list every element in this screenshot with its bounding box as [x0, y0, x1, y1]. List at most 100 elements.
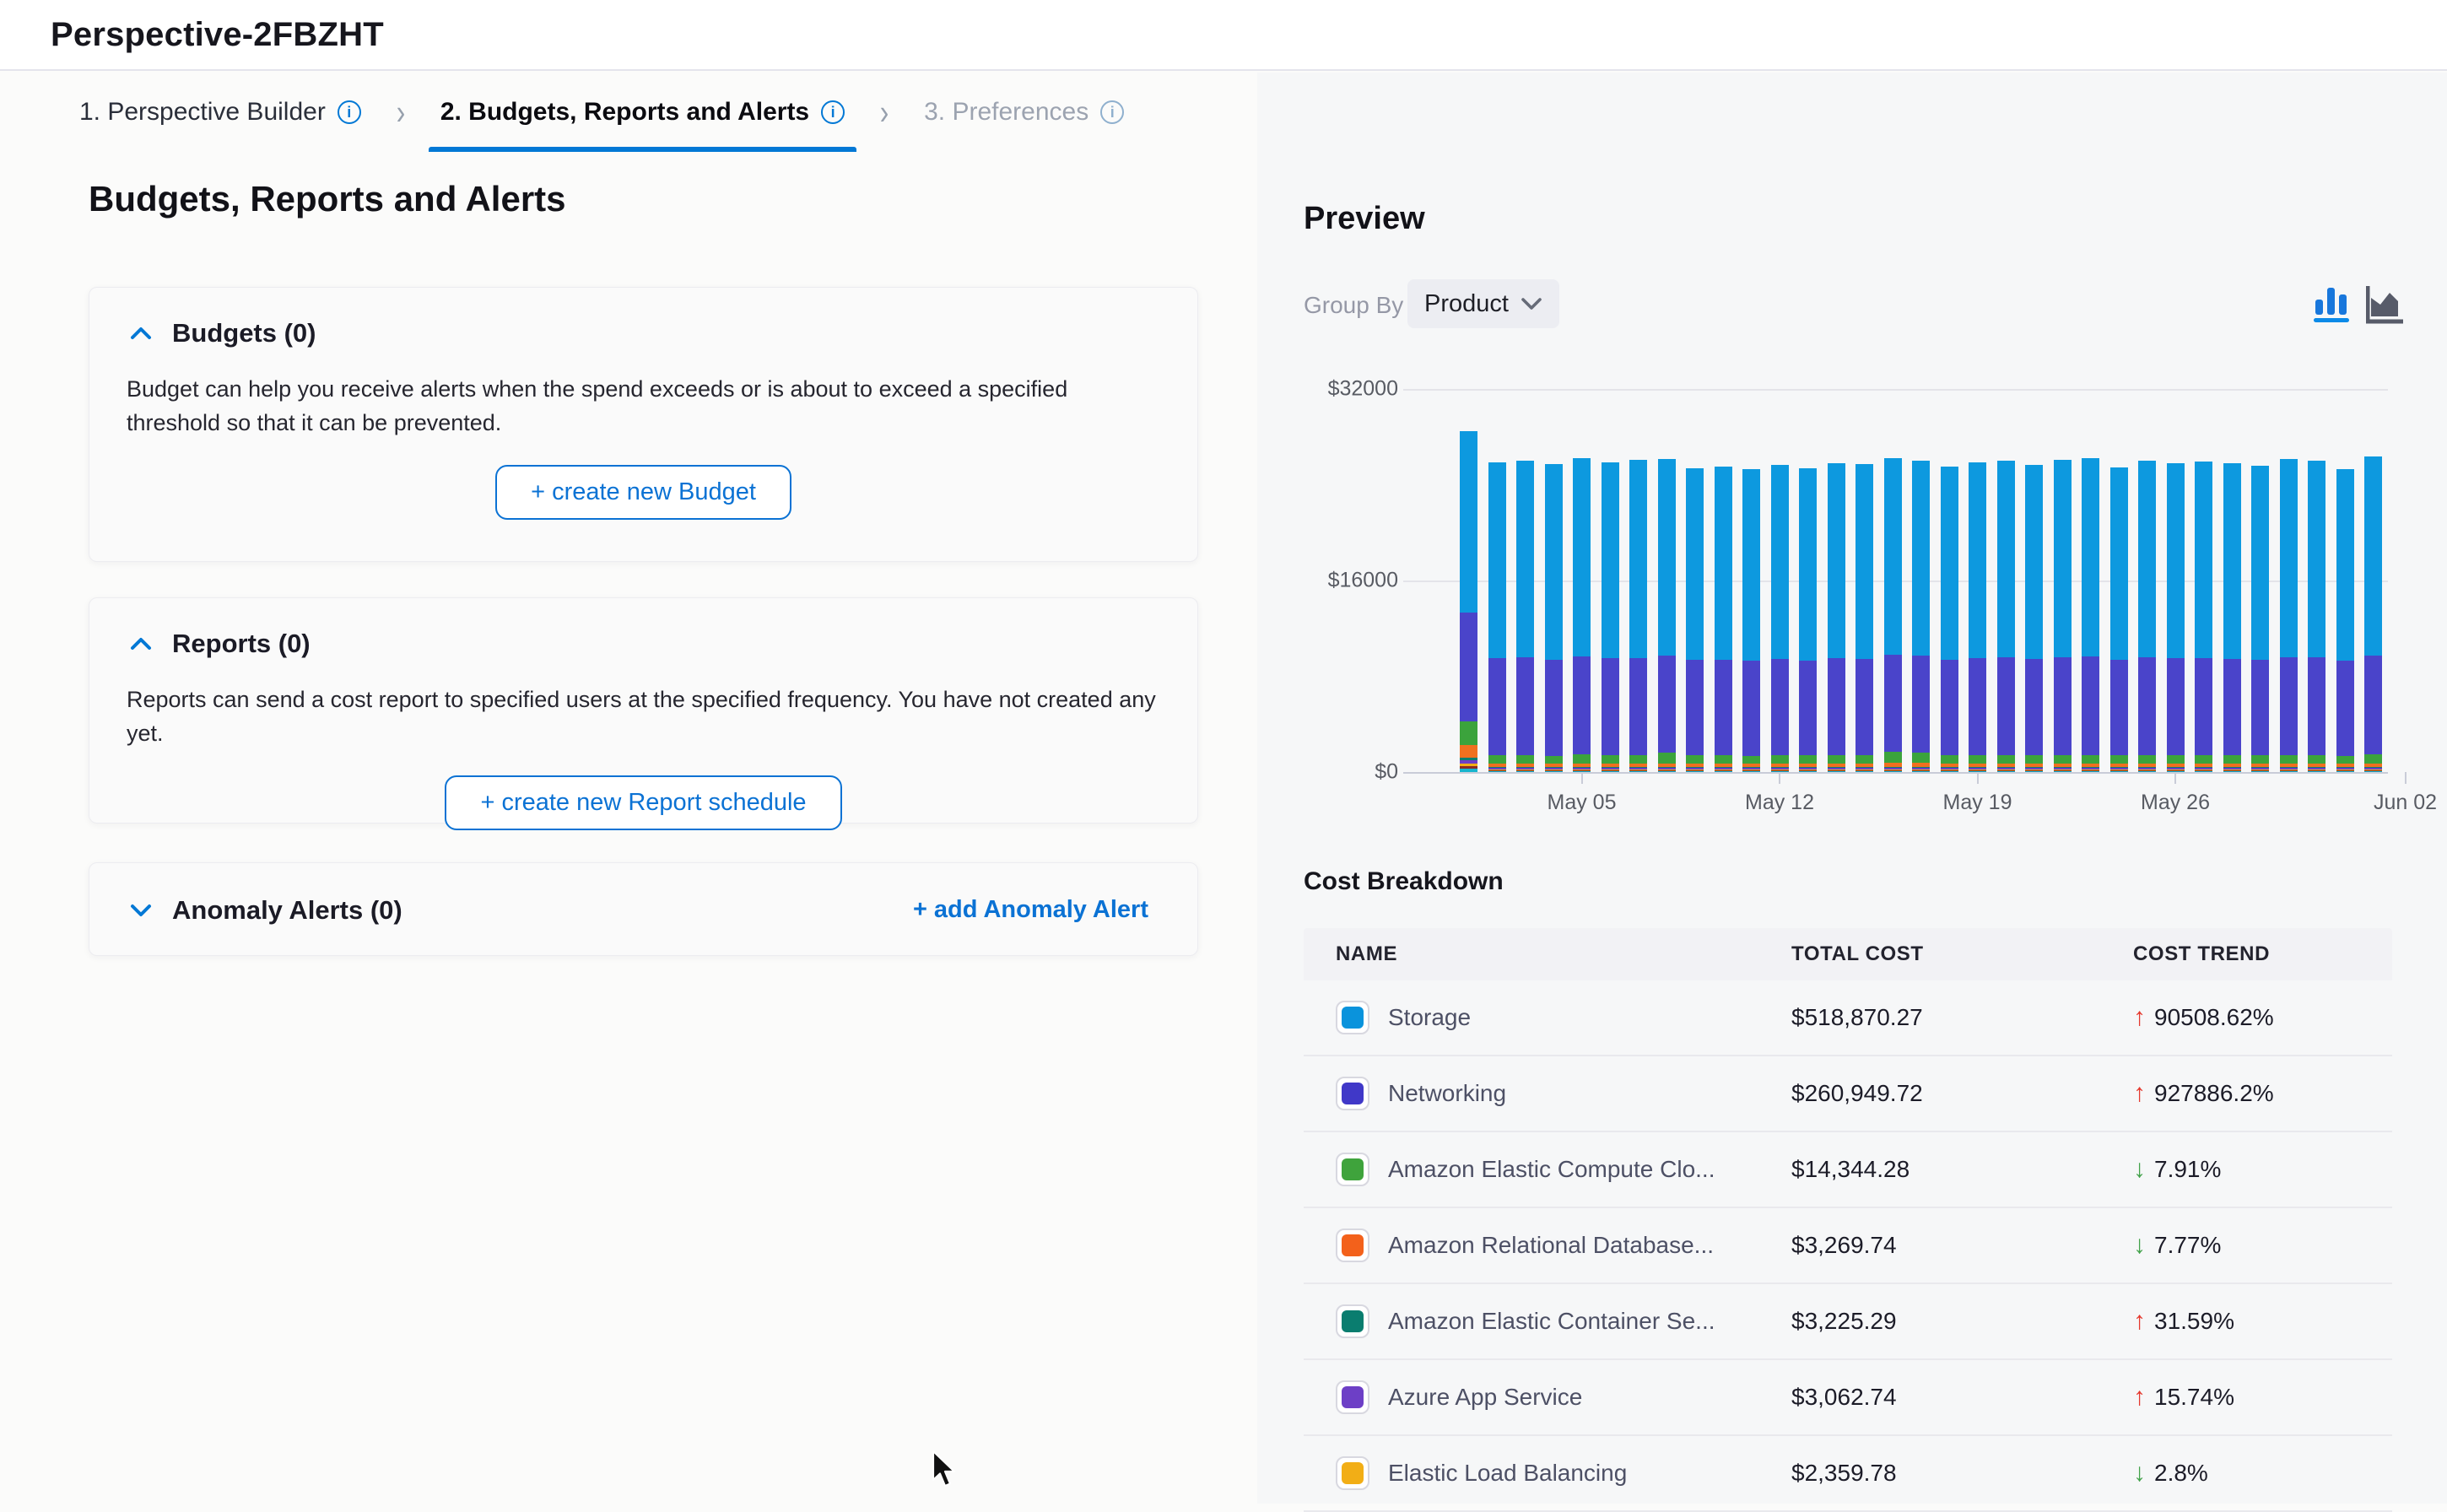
bar-segment [1516, 771, 1534, 772]
cost-preview-chart: $0$16000$32000 May 05May 12May 19May 26J… [1304, 363, 2401, 823]
bar-segment [1460, 431, 1477, 613]
tab-perspective-builder[interactable]: 1. Perspective Builderi [68, 73, 373, 152]
bar-segment [2195, 462, 2212, 658]
row-total-cost: $518,870.27 [1791, 1004, 2133, 1031]
row-cost-trend: ↓2.8% [2133, 1459, 2392, 1488]
bar-segment [1545, 767, 1563, 769]
stacked-bar [2308, 461, 2325, 772]
bar-segment [1629, 768, 1647, 770]
bar-segment [1629, 658, 1647, 756]
bar-segment [1856, 764, 1873, 767]
y-axis-label: $16000 [1328, 569, 1398, 593]
bar-segment [1516, 755, 1534, 764]
create-budget-button[interactable]: + create new Budget [495, 465, 791, 520]
bar-segment [1488, 755, 1506, 764]
bar-segment [1856, 767, 1873, 769]
bar-segment [1997, 771, 2015, 772]
bar-segment [1969, 764, 1986, 767]
bar-segment [1799, 768, 1817, 770]
bar-segment [1856, 770, 1873, 771]
anomaly-alerts-card: Anomaly Alerts (0) + add Anomaly Alert [89, 862, 1198, 956]
bar-segment [1629, 767, 1647, 769]
row-total-cost: $2,359.78 [1791, 1460, 2133, 1487]
bar-segment [1488, 767, 1506, 769]
stacked-bar [1573, 458, 1591, 772]
bar-segment [2025, 768, 2043, 770]
bar-segment [1602, 768, 1619, 770]
column-header: COST TREND [2133, 942, 2392, 966]
row-cost-trend: ↓7.91% [2133, 1155, 2392, 1184]
info-icon[interactable]: i [338, 100, 361, 124]
row-cost-trend: ↑31.59% [2133, 1307, 2392, 1336]
bar-chart-icon[interactable] [2314, 283, 2354, 327]
chevron-up-icon[interactable] [130, 635, 152, 652]
bar-segment [1856, 755, 1873, 764]
tab-preferences[interactable]: 3. Preferencesi [912, 73, 1136, 152]
bar-segment [2280, 770, 2298, 771]
bar-segment [1771, 659, 1789, 755]
bar-segment [2138, 770, 2156, 771]
bar-segment [2308, 770, 2325, 771]
bar-segment [2054, 768, 2072, 770]
bar-segment [2223, 764, 2241, 766]
reports-card-header[interactable]: Reports (0) [89, 598, 1197, 659]
bar-segment [2054, 657, 2072, 755]
bar-segment [1715, 767, 1732, 769]
trend-down-arrow-icon: ↓ [2133, 1155, 2146, 1184]
info-icon[interactable]: i [1100, 100, 1124, 124]
bar-segment [2195, 658, 2212, 755]
row-name: Storage [1388, 1004, 1471, 1031]
reports-title: Reports (0) [172, 629, 311, 659]
bar-segment [2054, 767, 2072, 769]
group-by-select[interactable]: Product [1407, 279, 1559, 328]
bar-segment [2364, 754, 2382, 764]
bar-segment [2336, 756, 2354, 764]
stacked-bar [2138, 461, 2156, 772]
area-chart-icon[interactable] [2366, 283, 2406, 327]
bar-segment [1997, 768, 2015, 770]
bar-segment [2336, 661, 2354, 756]
add-anomaly-alert-link[interactable]: + add Anomaly Alert [913, 896, 1148, 924]
bar-segment [1799, 767, 1817, 769]
bar-segment [1742, 661, 1760, 756]
bar-segment [1686, 755, 1704, 764]
bar-segment [1941, 660, 1958, 756]
bar-segment [1573, 458, 1591, 656]
tab-budgets-reports-and-alerts[interactable]: 2. Budgets, Reports and Alertsi [429, 73, 856, 152]
column-header: NAME [1336, 942, 1791, 966]
bar-segment [1856, 464, 1873, 659]
bar-segment [2054, 764, 2072, 767]
bar-segment [2167, 767, 2185, 769]
info-icon[interactable]: i [821, 100, 845, 124]
bar-segment [2025, 767, 2043, 769]
anomaly-card-header[interactable]: Anomaly Alerts (0) + add Anomaly Alert [89, 863, 1197, 957]
bar-segment [1884, 771, 1902, 772]
bar-segment [1516, 768, 1534, 770]
bar-segment [1658, 771, 1676, 772]
anomaly-alerts-title: Anomaly Alerts (0) [172, 895, 402, 926]
budgets-card-header[interactable]: Budgets (0) [89, 288, 1197, 348]
bar-segment [1771, 768, 1789, 770]
bar-segment [2308, 767, 2325, 769]
bar-segment [2251, 767, 2269, 769]
bar-segment [1941, 467, 1958, 660]
x-axis-label: May 19 [1943, 791, 2012, 815]
bar-segment [2364, 656, 2382, 754]
chevron-up-icon[interactable] [130, 325, 152, 342]
bar-segment [2054, 755, 2072, 764]
column-header: TOTAL COST [1791, 942, 2133, 966]
row-cost-trend: ↓7.77% [2133, 1231, 2392, 1260]
table-row: Storage$518,870.27↑90508.62% [1304, 980, 2392, 1056]
bar-segment [1488, 658, 1506, 755]
bar-segment [1799, 755, 1817, 764]
bar-segment [1715, 660, 1732, 756]
reports-card: Reports (0) Reports can send a cost repo… [89, 597, 1198, 824]
x-axis-label: Jun 02 [2374, 791, 2437, 815]
chevron-down-icon[interactable] [130, 902, 152, 919]
bar-segment [2308, 657, 2325, 755]
bar-segment [1969, 658, 1986, 755]
create-report-schedule-button[interactable]: + create new Report schedule [445, 775, 841, 830]
stacked-bar [1545, 464, 1563, 772]
bar-segment [2336, 768, 2354, 770]
budgets-title: Budgets (0) [172, 318, 316, 348]
